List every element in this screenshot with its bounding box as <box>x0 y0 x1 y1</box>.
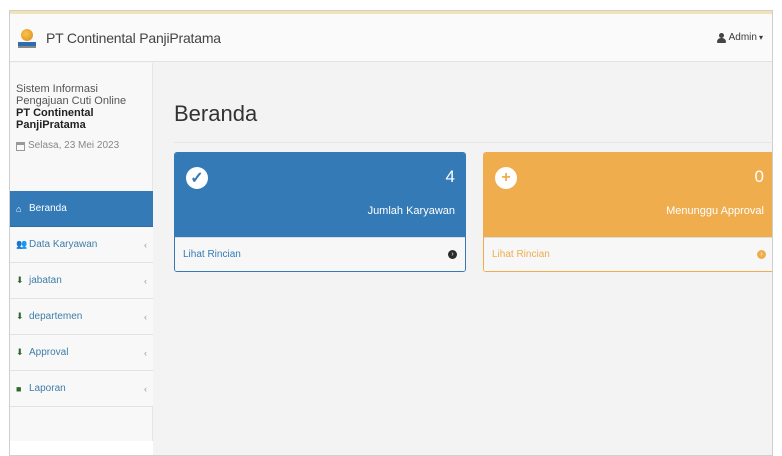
pending-approval-card: + 0 Menunggu Approval Lihat Rincian › <box>483 152 772 272</box>
check-circle-icon: ✓ <box>186 167 208 189</box>
sidebar-item-label: Data Karyawan <box>29 239 98 250</box>
sidebar-item-jabatan[interactable]: ⬇ jabatan ‹ <box>10 263 153 299</box>
plus-circle-icon: + <box>495 167 517 189</box>
calendar-icon <box>16 141 25 151</box>
view-details-link[interactable]: Lihat Rincian › <box>175 237 465 271</box>
sidebar: Sistem Informasi Pengajuan Cuti Online P… <box>10 63 153 455</box>
folder-icon: ■ <box>16 383 22 394</box>
sidebar-item-label: Approval <box>29 347 69 358</box>
sidebar-item-label: Laporan <box>29 383 66 394</box>
card-label: Jumlah Karyawan <box>367 205 455 217</box>
arrow-circle-right-icon: › <box>757 250 766 259</box>
user-icon <box>716 32 726 43</box>
sidebar-item-data-karyawan[interactable]: 👥 Data Karyawan ‹ <box>10 227 153 263</box>
chevron-left-icon: ‹ <box>144 275 147 286</box>
sidebar-item-label: jabatan <box>29 275 62 286</box>
card-count: 0 <box>754 167 764 186</box>
date-text: Selasa, 23 Mei 2023 <box>28 140 120 151</box>
arrow-circle-right-icon: › <box>448 250 457 259</box>
current-date: Selasa, 23 Mei 2023 <box>16 140 146 152</box>
navbar: PT Continental PanjiPratama Admin ▾ <box>10 14 772 62</box>
title-divider <box>174 142 771 143</box>
download-icon: ⬇ <box>16 311 24 321</box>
user-menu[interactable]: Admin ▾ <box>716 32 763 43</box>
link-label: Lihat Rincian <box>492 249 550 260</box>
sidebar-item-label: Beranda <box>29 203 67 214</box>
chevron-left-icon: ‹ <box>144 383 147 394</box>
page-title: Beranda <box>174 101 258 126</box>
link-label: Lihat Rincian <box>183 249 241 260</box>
card-header: + 0 Menunggu Approval <box>484 153 772 237</box>
home-icon: ⌂ <box>16 203 22 214</box>
sidebar-item-laporan[interactable]: ■ Laporan ‹ <box>10 371 153 407</box>
sidebar-item-beranda[interactable]: ⌂ Beranda <box>10 191 153 227</box>
card-header: ✓ 4 Jumlah Karyawan <box>175 153 465 237</box>
user-name: Admin <box>728 32 757 43</box>
card-count: 4 <box>445 167 455 186</box>
chevron-left-icon: ‹ <box>144 347 147 358</box>
system-title: Sistem Informasi Pengajuan Cuti Online <box>16 83 127 107</box>
employee-count-card: ✓ 4 Jumlah Karyawan Lihat Rincian › <box>174 152 466 272</box>
brand-name: PT Continental PanjiPratama <box>46 29 221 46</box>
sidebar-item-label: departemen <box>29 311 83 322</box>
company-logo-icon <box>18 27 36 49</box>
chevron-left-icon: ‹ <box>144 239 147 250</box>
sidebar-item-departemen[interactable]: ⬇ departemen ‹ <box>10 299 153 335</box>
company-name: PT Continental PanjiPratama <box>16 107 94 131</box>
brand[interactable]: PT Continental PanjiPratama <box>18 27 221 49</box>
download-icon: ⬇ <box>16 347 24 357</box>
app-window: PT Continental PanjiPratama Admin ▾ Sist… <box>9 10 773 456</box>
view-details-link[interactable]: Lihat Rincian › <box>484 237 772 271</box>
sidebar-header: Sistem Informasi Pengajuan Cuti Online P… <box>10 63 152 152</box>
card-label: Menunggu Approval <box>666 205 764 217</box>
sidebar-footer-area <box>10 441 153 455</box>
sidebar-item-approval[interactable]: ⬇ Approval ‹ <box>10 335 153 371</box>
download-icon: ⬇ <box>16 275 24 285</box>
main-content: Beranda ✓ 4 Jumlah Karyawan Lihat Rincia… <box>154 63 772 455</box>
chevron-left-icon: ‹ <box>144 311 147 322</box>
users-icon: 👥 <box>16 239 28 249</box>
sidebar-menu: ⌂ Beranda 👥 Data Karyawan ‹ ⬇ jabatan ‹ … <box>10 191 153 407</box>
caret-down-icon: ▾ <box>758 33 763 42</box>
